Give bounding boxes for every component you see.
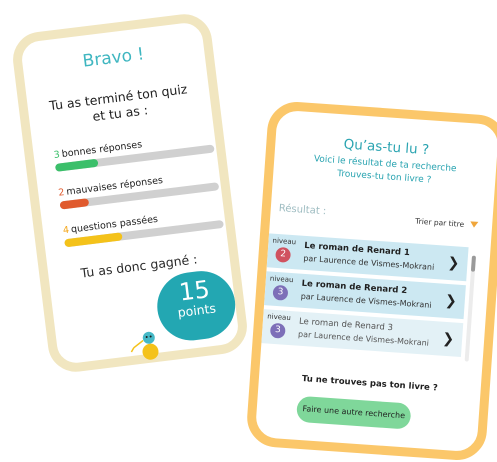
level-label: niveau: [266, 312, 292, 323]
chevron-right-icon: ❯: [447, 254, 460, 272]
scrollbar-thumb[interactable]: [470, 255, 476, 272]
stat-skipped: 4questions passées: [62, 206, 224, 248]
stat-correct-count: 3: [53, 149, 61, 161]
sort-by-title[interactable]: Trier par titre: [415, 217, 465, 229]
level-label: niveau: [272, 236, 297, 247]
book-author: par Laurence de Vismes-Mokrani: [300, 291, 432, 310]
level-badge: 2: [275, 246, 292, 263]
sort-dropdown-arrow-icon[interactable]: [469, 221, 479, 228]
level-badge: 3: [269, 322, 286, 339]
stat-correct-fill: [54, 158, 99, 172]
quiz-result-card: Bravo ! Tu as terminé ton quiz et tu as …: [9, 11, 251, 375]
stat-skipped-count: 4: [62, 224, 70, 237]
stat-wrong: 2mauvaises réponses: [57, 168, 220, 210]
search-result-card: Qu’as-tu lu ? Voici le résultat de ta re…: [245, 100, 497, 462]
chevron-right-icon: ❯: [444, 292, 458, 310]
stat-wrong-count: 2: [57, 187, 66, 199]
result-label: Résultat :: [278, 202, 327, 218]
book-author: par Laurence de Vismes-Mokrani: [303, 253, 435, 272]
book-author: par Laurence de Vismes-Mokrani: [297, 329, 430, 348]
level-badge: 3: [272, 284, 289, 301]
level-label: niveau: [269, 274, 294, 285]
new-search-button[interactable]: Faire une autre recherche: [295, 395, 412, 430]
stat-correct: 3bonnes réponses: [53, 131, 215, 172]
stat-wrong-fill: [59, 198, 90, 210]
chevron-right-icon: ❯: [441, 330, 455, 348]
not-found-text: Tu ne trouves pas ton livre ?: [301, 374, 439, 394]
quiz-title: Bravo !: [81, 44, 146, 72]
